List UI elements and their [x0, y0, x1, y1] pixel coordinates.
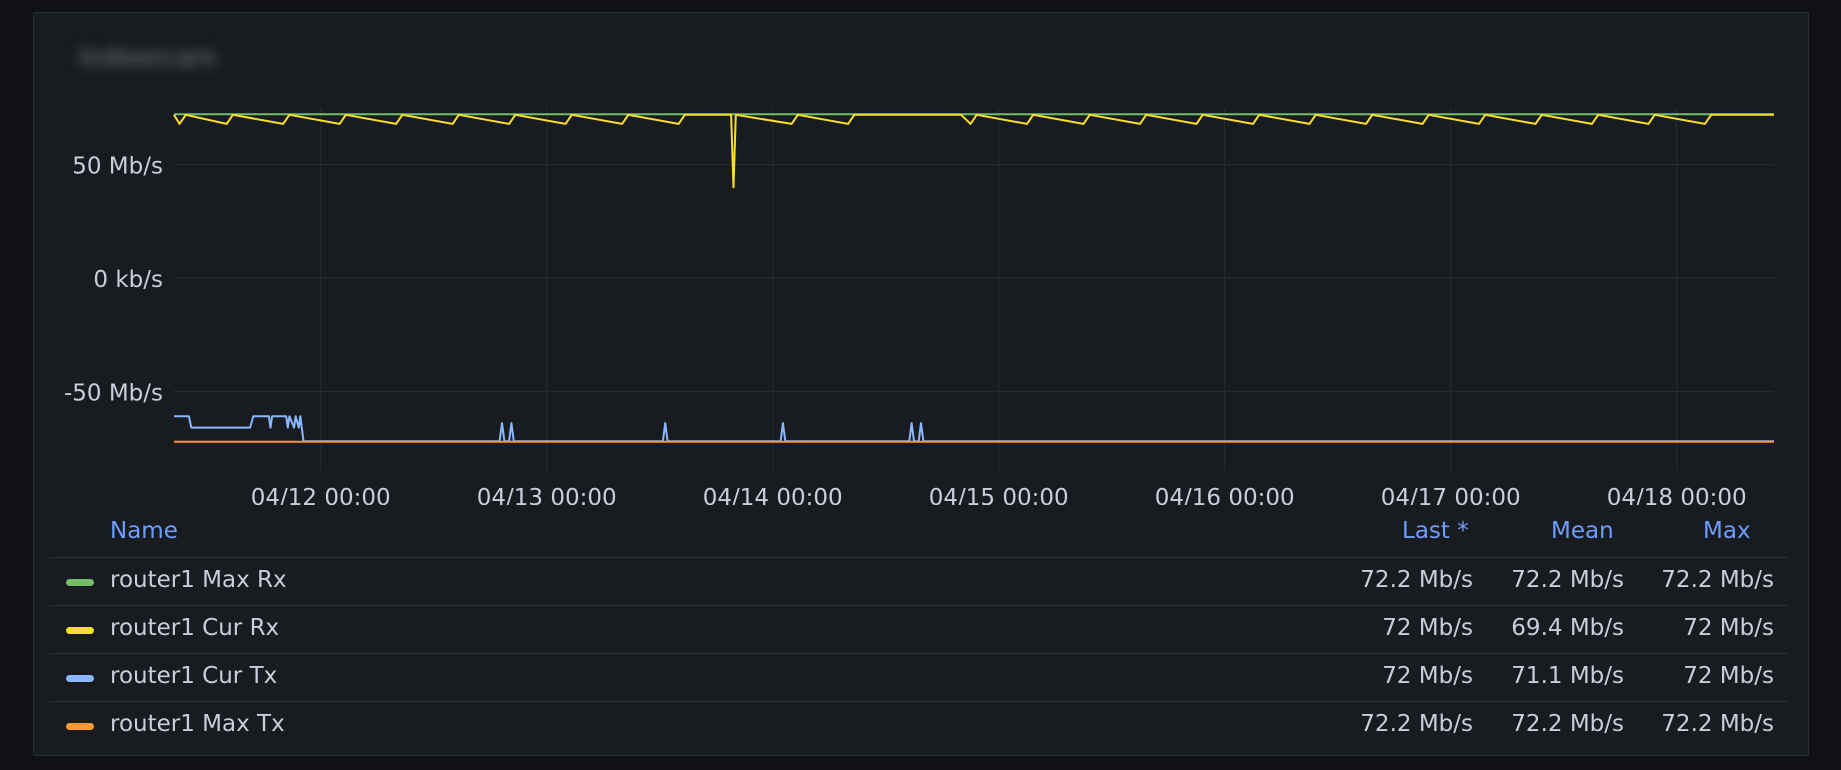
legend-value-mean: 72.2 Mb/s — [1511, 567, 1624, 593]
y-tick-label: 50 Mb/s — [72, 154, 163, 180]
y-axis: 50 Mb/s 0 kb/s -50 Mb/s — [64, 154, 163, 407]
series-color-swatch[interactable] — [66, 675, 94, 682]
legend-value-mean: 72.2 Mb/s — [1511, 711, 1624, 737]
y-tick-label: -50 Mb/s — [64, 380, 163, 406]
legend-series-name[interactable]: router1 Cur Rx — [110, 615, 279, 641]
x-tick-label: 04/12 00:00 — [251, 485, 391, 505]
legend-rows: router1 Max Rx 72.2 Mb/s 72.2 Mb/s 72.2 Mb/… — [50, 558, 1788, 749]
x-tick-label: 04/17 00:00 — [1381, 485, 1521, 505]
legend-series-name[interactable]: router1 Cur Tx — [110, 663, 277, 689]
series-color-swatch[interactable] — [66, 723, 94, 730]
legend-row[interactable]: router1 Cur Rx 72 Mb/s 69.4 Mb/s 72 Mb/s — [50, 606, 1788, 654]
legend-header: Name Last * Mean Max — [50, 513, 1788, 558]
series-color-swatch[interactable] — [66, 579, 94, 586]
legend-header-mean[interactable]: Mean — [1551, 518, 1614, 544]
x-tick-label: 04/16 00:00 — [1155, 485, 1295, 505]
legend-header-last[interactable]: Last * — [1402, 518, 1469, 544]
legend-value-max: 72.2 Mb/s — [1661, 567, 1774, 593]
legend-table: Name Last * Mean Max router1 Max Rx 72.2 … — [50, 513, 1788, 749]
legend-value-max: 72 Mb/s — [1683, 663, 1774, 689]
legend-row[interactable]: router1 Max Rx 72.2 Mb/s 72.2 Mb/s 72.2 Mb/… — [50, 558, 1788, 606]
series-line[interactable] — [173, 113, 1774, 189]
series-color-swatch[interactable] — [66, 627, 94, 634]
series-line[interactable] — [174, 415, 1774, 443]
x-tick-label: 04/15 00:00 — [929, 485, 1069, 505]
time-series-chart[interactable]: 50 Mb/s 0 kb/s -50 Mb/s 04/12 00:00 04/13 0… — [0, 0, 1841, 505]
legend-value-last: 72 Mb/s — [1382, 663, 1473, 689]
legend-series-name[interactable]: router1 Max Rx — [110, 567, 287, 593]
legend-value-mean: 69.4 Mb/s — [1511, 615, 1624, 641]
legend-row[interactable]: router1 Max Tx 72.2 Mb/s 72.2 Mb/s 72.2 Mb/… — [50, 702, 1788, 749]
legend-row[interactable]: router1 Cur Tx 72 Mb/s 71.1 Mb/s 72 Mb/s — [50, 654, 1788, 702]
x-tick-label: 04/14 00:00 — [703, 485, 843, 505]
legend-value-max: 72.2 Mb/s — [1661, 711, 1774, 737]
legend-value-last: 72.2 Mb/s — [1360, 711, 1473, 737]
chart-grid — [174, 108, 1774, 470]
x-axis: 04/12 00:00 04/13 00:00 04/14 00:00 04/15 0… — [251, 485, 1747, 505]
legend-value-last: 72.2 Mb/s — [1360, 567, 1473, 593]
legend-series-name[interactable]: router1 Max Tx — [110, 711, 285, 737]
x-tick-label: 04/13 00:00 — [477, 485, 617, 505]
y-tick-label: 0 kb/s — [93, 267, 163, 293]
legend-header-name[interactable]: Name — [110, 518, 178, 544]
x-tick-label: 04/18 00:00 — [1607, 485, 1747, 505]
legend-value-max: 72 Mb/s — [1683, 615, 1774, 641]
legend-value-last: 72 Mb/s — [1382, 615, 1473, 641]
legend-header-max[interactable]: Max — [1703, 518, 1751, 544]
legend-value-mean: 71.1 Mb/s — [1511, 663, 1624, 689]
